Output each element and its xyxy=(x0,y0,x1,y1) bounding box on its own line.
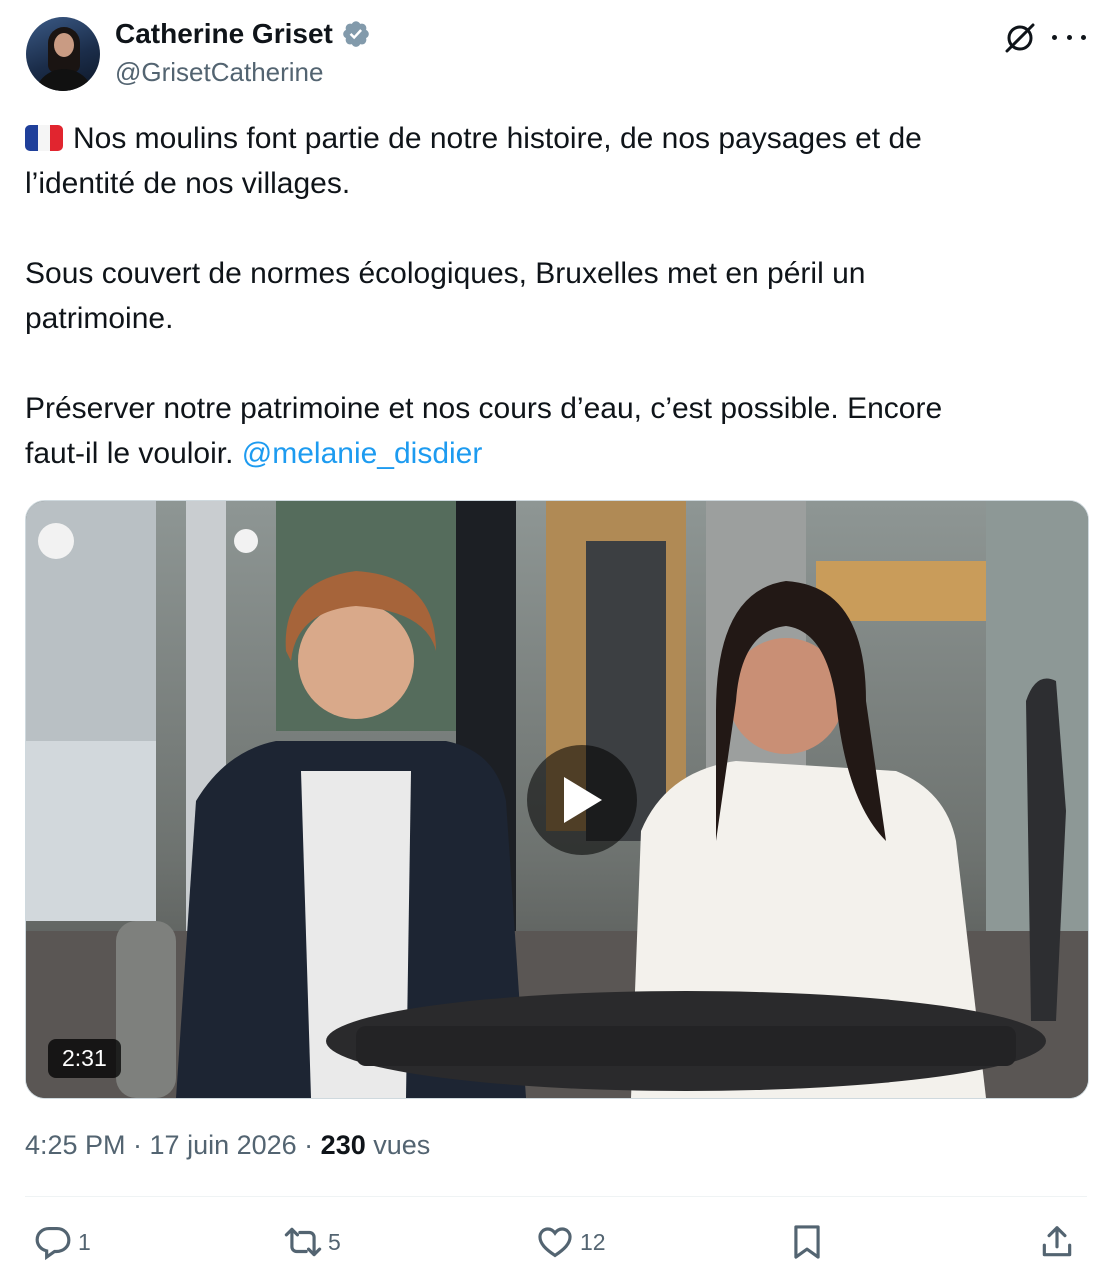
video-player[interactable]: 2:31 xyxy=(25,500,1089,1099)
repost-icon xyxy=(284,1227,322,1257)
views-count: 230 xyxy=(320,1130,366,1160)
bookmark-icon xyxy=(794,1225,820,1259)
action-bar: 1 5 12 xyxy=(0,1212,1110,1272)
grok-icon[interactable] xyxy=(1002,20,1038,56)
repost-button[interactable]: 5 xyxy=(284,1212,341,1272)
play-icon xyxy=(564,777,602,823)
author-name[interactable]: Catherine Griset xyxy=(115,18,333,50)
repost-count: 5 xyxy=(328,1228,341,1255)
views-label: vues xyxy=(365,1130,431,1160)
avatar-face xyxy=(54,33,74,57)
avatar[interactable] xyxy=(26,17,100,91)
like-count: 12 xyxy=(580,1228,606,1255)
video-duration: 2:31 xyxy=(48,1039,121,1078)
share-button[interactable] xyxy=(1038,1212,1076,1272)
more-options-icon[interactable] xyxy=(1052,22,1086,52)
verified-badge-icon xyxy=(343,21,369,47)
bookmark-button[interactable] xyxy=(788,1212,826,1272)
like-button[interactable]: 12 xyxy=(536,1212,606,1272)
french-flag-icon xyxy=(25,125,63,151)
heart-icon xyxy=(538,1227,572,1258)
tweet-text: Nos moulins font partie de notre histoir… xyxy=(25,116,1065,476)
tweet-body: Nos moulins font partie de notre histoir… xyxy=(25,122,943,470)
reply-icon xyxy=(35,1226,71,1261)
author-handle[interactable]: @GrisetCatherine xyxy=(115,57,323,88)
play-button[interactable] xyxy=(527,745,637,855)
divider xyxy=(25,1196,1087,1197)
author-name-row[interactable]: Catherine Griset xyxy=(115,18,371,50)
tweet-meta: 4:25 PM · 17 juin 2026 · 230 vues xyxy=(25,1130,430,1161)
avatar-body xyxy=(34,69,94,91)
reply-count: 1 xyxy=(78,1228,91,1255)
share-icon xyxy=(1042,1226,1072,1257)
timestamp[interactable]: 4:25 PM · 17 juin 2026 · xyxy=(25,1130,321,1160)
reply-button[interactable]: 1 xyxy=(34,1212,91,1272)
mention-link[interactable]: @melanie_disdier xyxy=(242,437,483,470)
